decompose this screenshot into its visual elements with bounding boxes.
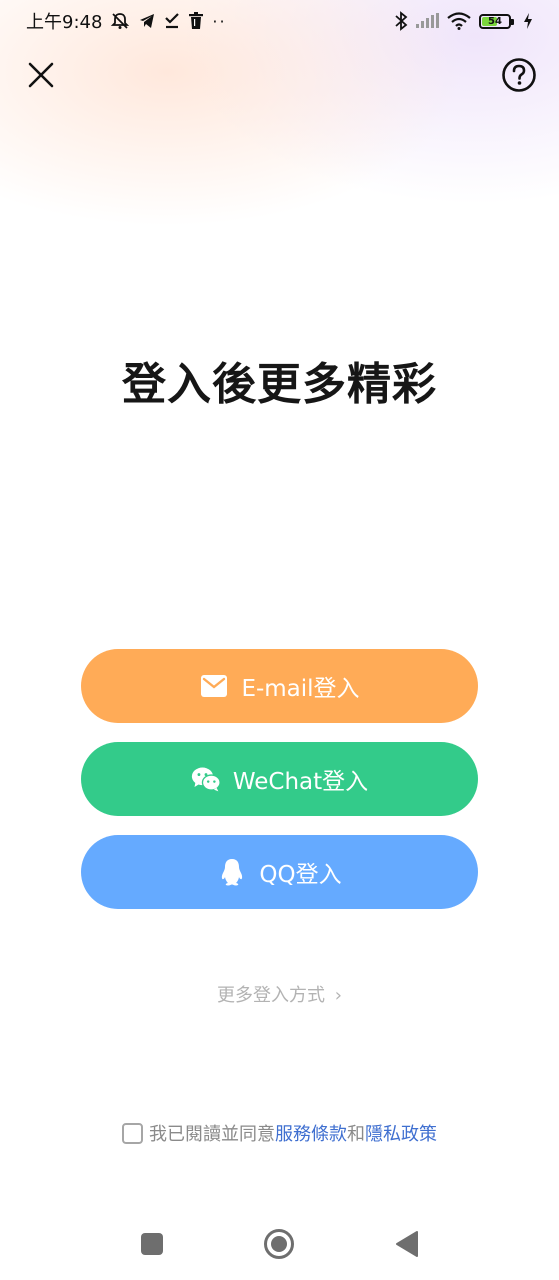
header-background xyxy=(0,0,559,360)
status-time: 上午9:48 xyxy=(26,12,103,33)
email-login-label: E-mail登入 xyxy=(241,676,360,702)
check-icon xyxy=(165,13,180,29)
charging-icon xyxy=(524,13,532,29)
signal-icon xyxy=(416,13,439,28)
recent-apps-button[interactable] xyxy=(141,1233,163,1255)
page-title: 登入後更多精彩 xyxy=(122,359,437,410)
terms-link[interactable]: 服務條款 xyxy=(275,1120,347,1146)
wechat-login-button[interactable]: WeChat登入 xyxy=(81,742,478,816)
agreement-and-text: 和 xyxy=(347,1124,365,1145)
bluetooth-icon xyxy=(395,11,408,31)
privacy-link[interactable]: 隱私政策 xyxy=(365,1120,437,1146)
wechat-login-label: WeChat登入 xyxy=(232,769,369,795)
email-login-button[interactable]: E-mail登入 xyxy=(81,649,478,723)
agreement-text: 我已閱讀並同意 xyxy=(149,1124,275,1145)
battery-icon: 54 xyxy=(479,13,514,29)
qq-login-label: QQ登入 xyxy=(259,862,342,888)
close-button[interactable] xyxy=(24,58,58,92)
close-icon xyxy=(28,62,54,88)
qq-icon xyxy=(217,857,247,887)
telegram-icon xyxy=(140,14,155,28)
notification-off-icon xyxy=(111,13,130,29)
mail-icon xyxy=(199,671,229,701)
help-icon xyxy=(502,58,536,92)
battery-level: 54 xyxy=(488,15,502,27)
wifi-icon xyxy=(447,12,471,30)
more-login-label: 更多登入方式 xyxy=(217,985,326,1006)
status-bar: 上午9:48 ·· 54 xyxy=(0,0,559,42)
qq-login-button[interactable]: QQ登入 xyxy=(81,835,478,909)
chevron-right-icon: › xyxy=(334,985,342,1006)
help-button[interactable] xyxy=(501,57,537,93)
back-button[interactable] xyxy=(395,1230,419,1258)
more-login-link[interactable]: 更多登入方式 › xyxy=(0,981,559,1007)
agreement-row: 我已閱讀並同意 服務條款 和 隱私政策 xyxy=(0,1120,559,1146)
more-dots-icon: ·· xyxy=(212,11,227,31)
navigation-bar xyxy=(0,1216,559,1272)
wechat-icon xyxy=(191,764,221,794)
trash-icon xyxy=(189,12,204,29)
home-button[interactable] xyxy=(263,1228,295,1260)
agreement-checkbox[interactable] xyxy=(122,1122,143,1144)
